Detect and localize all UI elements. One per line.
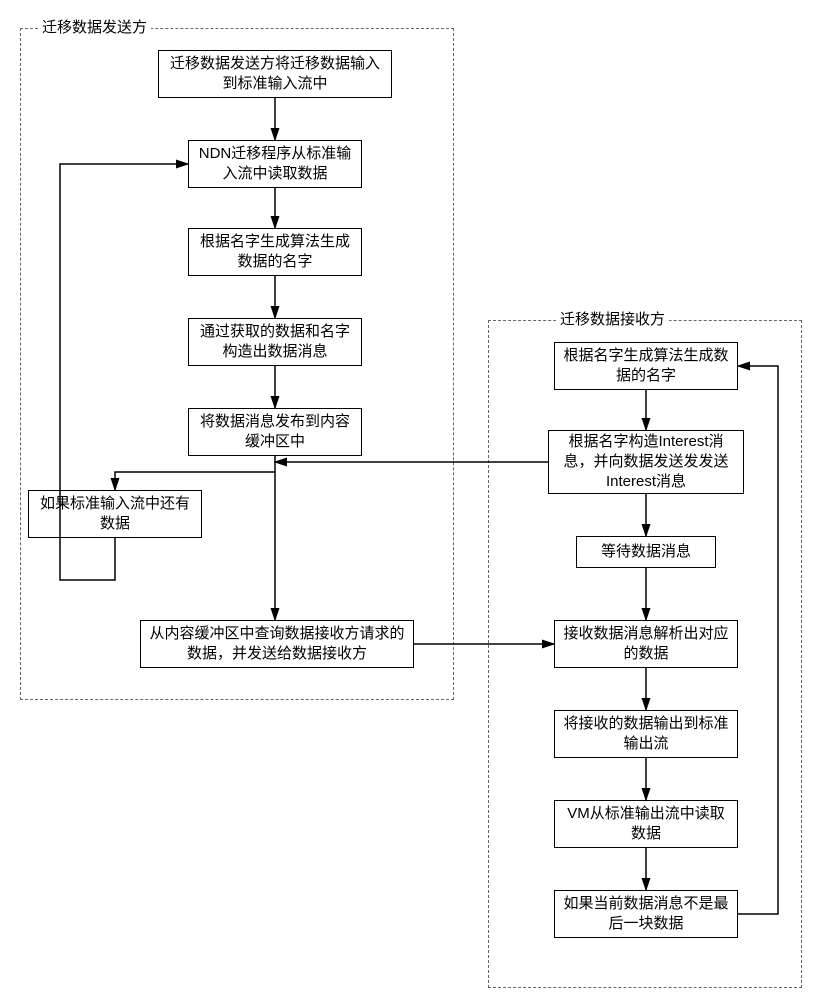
receiver-step-vm-read: VM从标准输出流中读取数据 [554, 800, 738, 848]
receiver-step-parse: 接收数据消息解析出对应的数据 [554, 620, 738, 668]
receiver-step-if-not-last: 如果当前数据消息不是最后一块数据 [554, 890, 738, 938]
receiver-step-interest: 根据名字构造Interest消息，并向数据发送发发送Interest消息 [548, 430, 744, 494]
receiver-step-wait: 等待数据消息 [576, 536, 716, 568]
flowchart: 迁移数据发送方 迁移数据接收方 迁移数据发送方将迁移数据输入到标准输入流中 ND… [0, 0, 818, 1000]
sender-step-input-stdin: 迁移数据发送方将迁移数据输入到标准输入流中 [158, 50, 392, 98]
receiver-title: 迁移数据接收方 [556, 308, 669, 329]
sender-step-publish-cache: 将数据消息发布到内容缓冲区中 [188, 408, 362, 456]
receiver-step-output-stdout: 将接收的数据输出到标准输出流 [554, 710, 738, 758]
sender-step-if-more-data: 如果标准输入流中还有数据 [28, 490, 202, 538]
receiver-step-gen-name: 根据名字生成算法生成数据的名字 [554, 342, 738, 390]
sender-step-build-msg: 通过获取的数据和名字构造出数据消息 [188, 318, 362, 366]
sender-step-query-send: 从内容缓冲区中查询数据接收方请求的数据，并发送给数据接收方 [140, 620, 414, 668]
sender-step-ndn-read: NDN迁移程序从标准输入流中读取数据 [188, 140, 362, 188]
sender-step-gen-name: 根据名字生成算法生成数据的名字 [188, 228, 362, 276]
sender-title: 迁移数据发送方 [38, 16, 151, 37]
